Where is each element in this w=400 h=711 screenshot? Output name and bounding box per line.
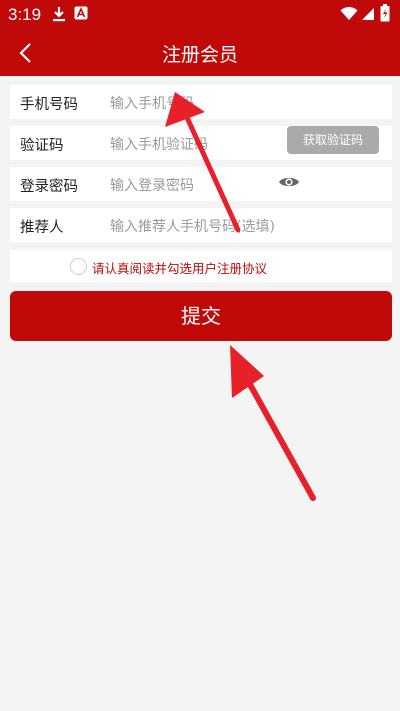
download-icon — [53, 7, 65, 22]
code-input[interactable]: 输入手机验证码 — [110, 134, 208, 154]
signal-icon — [362, 8, 374, 20]
wifi-icon — [340, 6, 358, 20]
battery-icon — [380, 4, 390, 22]
password-input[interactable]: 输入登录密码 — [110, 175, 194, 195]
agreement-checkbox[interactable] — [70, 258, 87, 275]
status-time: 3:19 — [8, 5, 42, 24]
status-bar: 3:19 — [0, 0, 400, 30]
eye-icon[interactable] — [278, 174, 300, 190]
title-bar: 注册会员 — [0, 30, 400, 76]
phone-label: 手机号码 — [20, 97, 78, 113]
submit-button[interactable]: 提交 — [10, 291, 392, 341]
get-code-button[interactable]: 获取验证码 — [287, 126, 379, 154]
phone-row: 手机号码 输入手机号码 — [10, 85, 392, 119]
code-row: 验证码 输入手机验证码 获取验证码 — [10, 126, 392, 160]
password-row: 登录密码 输入登录密码 — [10, 167, 392, 201]
code-label: 验证码 — [20, 138, 64, 154]
password-label: 登录密码 — [20, 179, 78, 195]
referrer-label: 推荐人 — [20, 220, 64, 236]
page-title: 注册会员 — [161, 44, 238, 66]
arrow-up-icon — [230, 345, 316, 501]
phone-input[interactable]: 输入手机号码 — [110, 93, 194, 113]
referrer-row: 推荐人 输入推荐人手机号码(选填) — [10, 208, 392, 242]
app-header: 3:19 注册会员 — [0, 0, 400, 76]
a-app-icon — [74, 6, 88, 20]
agreement-row: 请认真阅读并勾选用户注册协议 — [10, 250, 392, 282]
referrer-input[interactable]: 输入推荐人手机号码(选填) — [110, 216, 275, 236]
agreement-text[interactable]: 请认真阅读并勾选用户注册协议 — [92, 258, 267, 277]
